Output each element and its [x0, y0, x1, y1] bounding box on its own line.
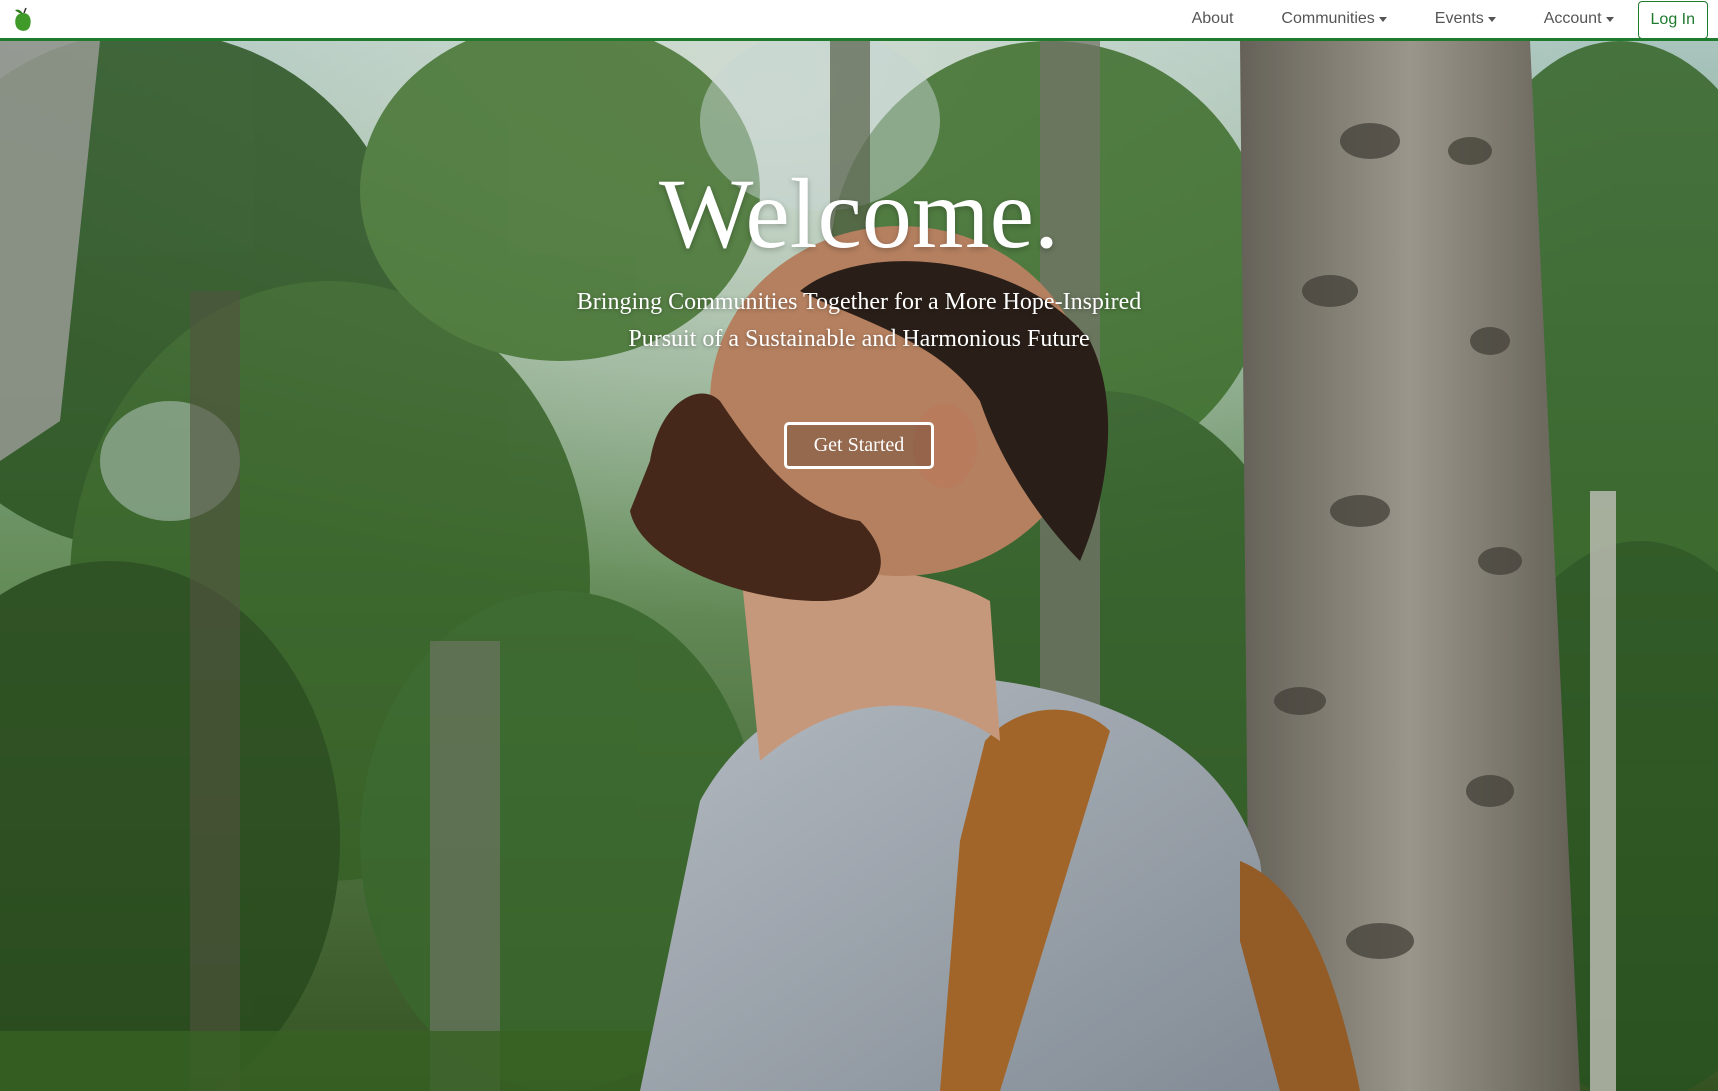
hero-subtitle-line2: Pursuit of a Sustainable and Harmonious …	[628, 326, 1090, 352]
get-started-button[interactable]: Get Started	[784, 422, 934, 469]
nav-communities-label: Communities	[1281, 10, 1375, 27]
hero-subtitle-line1: Bringing Communities Together for a More…	[576, 289, 1142, 315]
nav-communities-dropdown[interactable]: Communities	[1257, 10, 1410, 28]
nav-account-label: Account	[1543, 10, 1602, 27]
nav-account-dropdown[interactable]: Account	[1520, 10, 1638, 28]
nav-events-dropdown[interactable]: Events	[1411, 10, 1520, 28]
login-button[interactable]: Log In	[1637, 1, 1708, 39]
hero-section: Welcome. Bringing Communities Together f…	[0, 41, 1718, 1091]
nav-about[interactable]: About	[1168, 10, 1258, 28]
top-navbar: About Communities Events Account Log In	[0, 0, 1718, 41]
hero-title: Welcome.	[658, 158, 1060, 269]
hero-subtitle: Bringing Communities Together for a More…	[0, 284, 1718, 358]
caret-down-icon	[1605, 16, 1614, 22]
nav-about-label: About	[1191, 10, 1234, 27]
nav-events-label: Events	[1434, 10, 1484, 27]
nav-links: About Communities Events Account Log In	[1168, 0, 1708, 39]
brand-logo-icon[interactable]	[10, 6, 36, 34]
caret-down-icon	[1378, 16, 1387, 22]
caret-down-icon	[1487, 16, 1496, 22]
